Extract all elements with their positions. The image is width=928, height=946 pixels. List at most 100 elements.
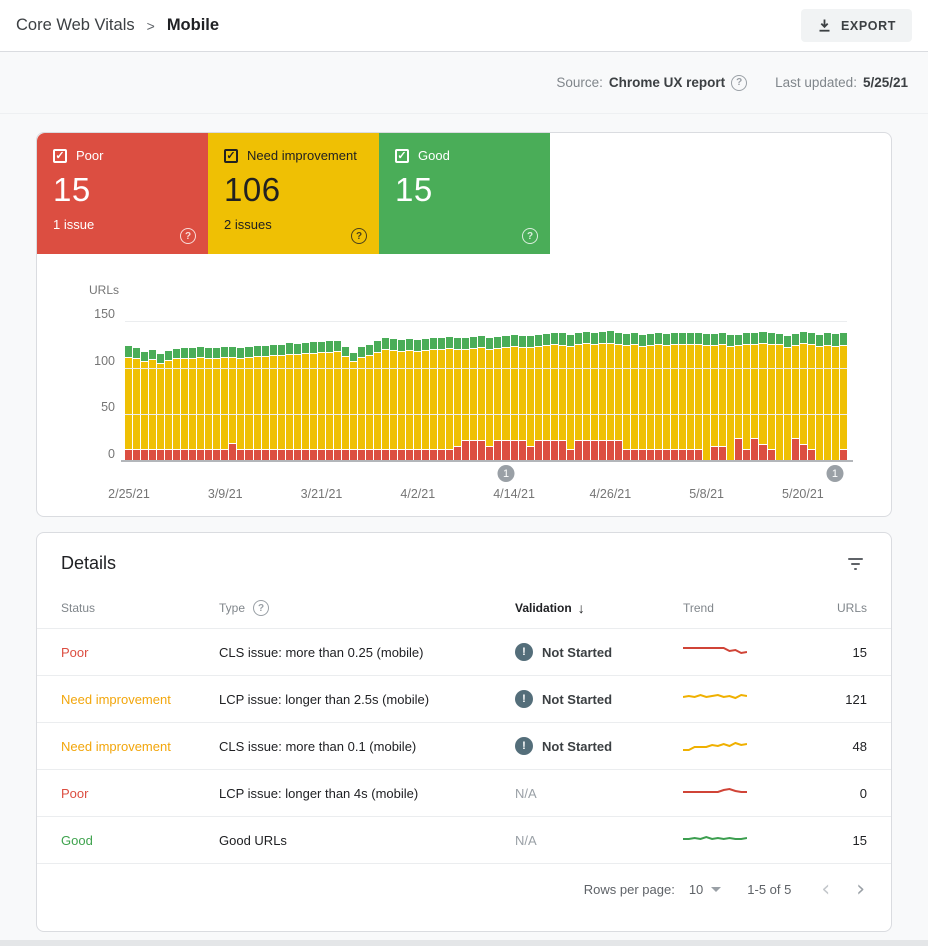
chart-bar[interactable] xyxy=(414,321,422,461)
chart-bar[interactable] xyxy=(494,321,502,461)
annotation-marker[interactable]: 1 xyxy=(826,465,844,482)
chart-bar[interactable] xyxy=(735,321,743,461)
chart-bar[interactable] xyxy=(478,321,486,461)
chart-bar[interactable] xyxy=(454,321,462,461)
chart-bar[interactable] xyxy=(221,321,229,461)
chart-bar[interactable] xyxy=(743,321,751,461)
filter-icon[interactable] xyxy=(844,554,867,574)
chart-bar[interactable] xyxy=(422,321,430,461)
chart-bar[interactable] xyxy=(357,321,365,461)
chart-bar[interactable] xyxy=(775,321,783,461)
chart-bar[interactable] xyxy=(614,321,622,461)
chart-bar[interactable] xyxy=(590,321,598,461)
chart-bar[interactable] xyxy=(430,321,438,461)
table-row[interactable]: Need improvement CLS issue: more than 0.… xyxy=(37,722,891,769)
chart-bar[interactable] xyxy=(663,321,671,461)
chart-bar[interactable] xyxy=(759,321,767,461)
chart-bar[interactable] xyxy=(550,321,558,461)
chart-bar[interactable] xyxy=(149,321,157,461)
chart-bar[interactable] xyxy=(679,321,687,461)
chart-bar[interactable] xyxy=(486,321,494,461)
chart-bar[interactable] xyxy=(671,321,679,461)
chart-bar[interactable] xyxy=(277,321,285,461)
chart-bar[interactable] xyxy=(253,321,261,461)
need-improvement-checkbox[interactable]: ✓ xyxy=(224,148,238,163)
next-page-button[interactable]: › xyxy=(852,878,869,901)
chart-bar[interactable] xyxy=(285,321,293,461)
table-row[interactable]: Poor LCP issue: longer than 4s (mobile) … xyxy=(37,769,891,816)
column-header-status[interactable]: Status xyxy=(61,601,219,615)
chart-bar[interactable] xyxy=(309,321,317,461)
chart-bar[interactable] xyxy=(229,321,237,461)
chart-bar[interactable] xyxy=(373,321,381,461)
chart-bar[interactable] xyxy=(462,321,470,461)
chart-bar[interactable] xyxy=(125,321,133,461)
chart-bar[interactable] xyxy=(799,321,807,461)
annotation-marker[interactable]: 1 xyxy=(497,465,515,482)
chart-bar[interactable] xyxy=(349,321,357,461)
chart-bar[interactable] xyxy=(582,321,590,461)
chart-bar[interactable] xyxy=(446,321,454,461)
chart-bar[interactable] xyxy=(526,321,534,461)
chart-bar[interactable] xyxy=(622,321,630,461)
chart-bar[interactable] xyxy=(639,321,647,461)
chart-bar[interactable] xyxy=(558,321,566,461)
chart-bar[interactable] xyxy=(687,321,695,461)
chart-bar[interactable] xyxy=(181,321,189,461)
chart-bar[interactable] xyxy=(695,321,703,461)
chart-bar[interactable] xyxy=(438,321,446,461)
chart-bar[interactable] xyxy=(237,321,245,461)
chart-bar[interactable] xyxy=(518,321,526,461)
chart-bar[interactable] xyxy=(791,321,799,461)
column-header-validation[interactable]: Validation ↓ xyxy=(515,600,683,616)
chart-bar[interactable] xyxy=(133,321,141,461)
chart-bar[interactable] xyxy=(767,321,775,461)
chart-bar[interactable] xyxy=(719,321,727,461)
chart-bar[interactable] xyxy=(542,321,550,461)
chart-bar[interactable] xyxy=(189,321,197,461)
chart-bar[interactable] xyxy=(470,321,478,461)
chart-bar[interactable] xyxy=(727,321,735,461)
chart-bar[interactable] xyxy=(502,321,510,461)
export-button[interactable]: EXPORT xyxy=(801,9,912,42)
chart-bar[interactable] xyxy=(510,321,518,461)
table-row[interactable]: Good Good URLs ! N/A 15 xyxy=(37,816,891,863)
chart-bar[interactable] xyxy=(293,321,301,461)
table-row[interactable]: Need improvement LCP issue: longer than … xyxy=(37,675,891,722)
chart-bar[interactable] xyxy=(382,321,390,461)
chart-bar[interactable] xyxy=(213,321,221,461)
summary-card-need-improvement[interactable]: ✓ Need improvement 106 2 issues ? xyxy=(208,133,379,254)
summary-card-poor[interactable]: ✓ Poor 15 1 issue ? xyxy=(37,133,208,254)
chart-bar[interactable] xyxy=(269,321,277,461)
chart-bar[interactable] xyxy=(165,321,173,461)
table-row[interactable]: Poor CLS issue: more than 0.25 (mobile) … xyxy=(37,628,891,675)
chart-bar[interactable] xyxy=(839,321,847,461)
chart-bar[interactable] xyxy=(341,321,349,461)
chart-bar[interactable] xyxy=(831,321,839,461)
chart-bar[interactable] xyxy=(406,321,414,461)
chart-bar[interactable] xyxy=(317,321,325,461)
chart-bar[interactable] xyxy=(245,321,253,461)
chart-bar[interactable] xyxy=(534,321,542,461)
good-help-icon[interactable]: ? xyxy=(522,226,538,244)
chart-bar[interactable] xyxy=(606,321,614,461)
chart-bar[interactable] xyxy=(398,321,406,461)
chart-bar[interactable] xyxy=(325,321,333,461)
chart-bar[interactable] xyxy=(630,321,638,461)
good-checkbox[interactable]: ✓ xyxy=(395,148,409,163)
breadcrumb-root[interactable]: Core Web Vitals xyxy=(16,16,135,35)
chart-bar[interactable] xyxy=(751,321,759,461)
source-help-icon[interactable]: ? xyxy=(731,74,748,91)
chart-bar[interactable] xyxy=(823,321,831,461)
chart-bar[interactable] xyxy=(807,321,815,461)
chart-bar[interactable] xyxy=(333,321,341,461)
previous-page-button[interactable]: ‹ xyxy=(817,878,834,901)
chart-bar[interactable] xyxy=(301,321,309,461)
type-help-icon[interactable]: ? xyxy=(253,600,270,616)
chart-bar[interactable] xyxy=(205,321,213,461)
chart-bar[interactable] xyxy=(711,321,719,461)
chart-bar[interactable] xyxy=(141,321,149,461)
summary-card-good[interactable]: ✓ Good 15 ? xyxy=(379,133,550,254)
chart-bar[interactable] xyxy=(815,321,823,461)
column-header-type[interactable]: Type ? xyxy=(219,600,515,616)
